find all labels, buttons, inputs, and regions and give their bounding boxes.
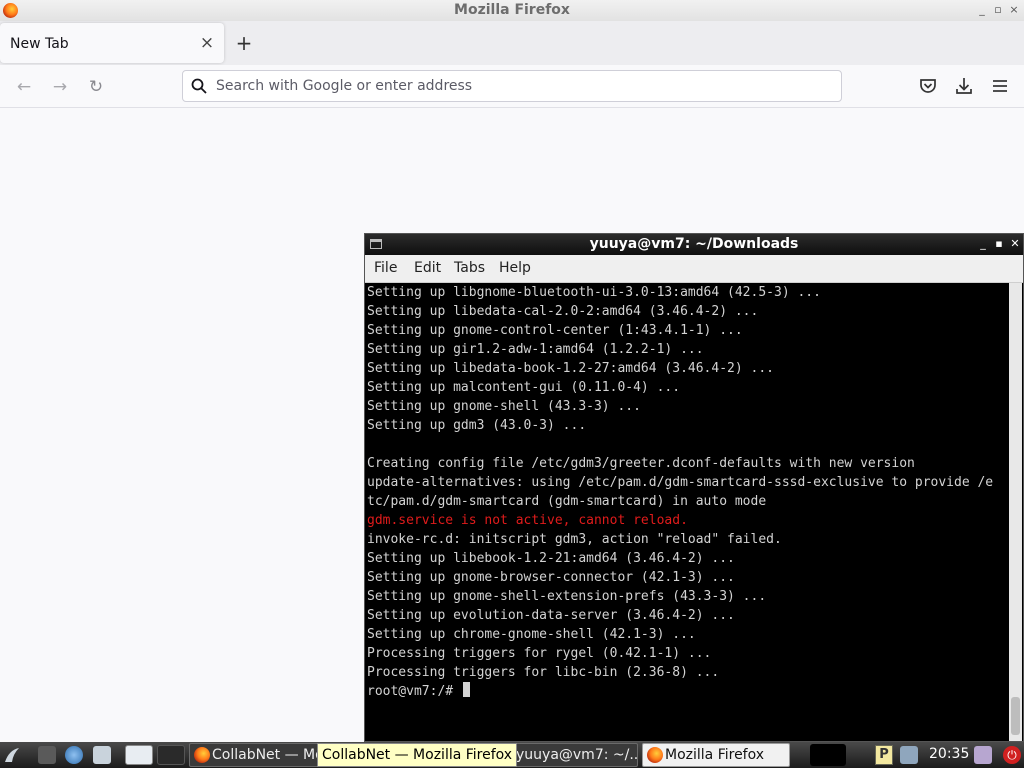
workspace-2-icon[interactable] [157, 745, 185, 765]
terminal-line: Setting up libebook-1.2-21:amd64 (3.46.4… [367, 551, 735, 566]
power-icon[interactable]: ⏻ [1003, 746, 1021, 764]
tab-close-icon[interactable]: × [199, 33, 215, 53]
terminal-line: Setting up gnome-browser-connector (42.1… [367, 570, 735, 585]
terminal-line: Setting up libedata-book-1.2-27:amd64 (3… [367, 361, 774, 376]
scrollbar-thumb[interactable] [1011, 697, 1020, 735]
terminal-line: Setting up gdm3 (43.0-3) ... [367, 418, 587, 433]
cpu-monitor-icon [810, 744, 846, 766]
minimize-button[interactable]: _ [975, 3, 989, 17]
clipboard-icon[interactable]: P [875, 745, 893, 765]
terminal-error-line: gdm.service is not active, cannot reload… [367, 513, 688, 528]
terminal-title: yuuya@vm7: ~/Downloads [589, 236, 799, 252]
task-terminal[interactable]: yuuya@vm7: ~/... [504, 743, 638, 767]
firefox-titlebar[interactable]: Mozilla Firefox _ ▫ × [0, 0, 1024, 22]
address-bar[interactable]: Search with Google or enter address [182, 70, 842, 102]
task-label: Mozilla Firefox [665, 747, 765, 763]
terminal-line: Creating config file /etc/gdm3/greeter.d… [367, 456, 915, 471]
clock[interactable]: 20:35 [929, 746, 969, 762]
network-icon[interactable] [900, 746, 918, 764]
terminal-cursor [462, 682, 470, 697]
terminal-line: tc/pam.d/gdm-smartcard (gdm-smartcard) i… [367, 494, 767, 509]
tab-bar: New Tab × + [0, 21, 1024, 65]
terminal-scrollbar[interactable] [1009, 283, 1022, 741]
terminal-line: Setting up libedata-cal-2.0-2:amd64 (3.4… [367, 304, 759, 319]
menu-icon[interactable] [990, 76, 1010, 96]
terminal-line: Setting up gnome-shell-extension-prefs (… [367, 589, 767, 604]
start-menu-icon[interactable] [3, 746, 21, 764]
downloads-icon[interactable] [954, 76, 974, 96]
terminal-line: Processing triggers for libc-bin (2.36-8… [367, 665, 720, 680]
terminal-line: Setting up gnome-control-center (1:43.4.… [367, 323, 743, 338]
workspace-1-icon[interactable] [125, 745, 153, 765]
window-title: Mozilla Firefox [454, 2, 570, 18]
task-mozilla-firefox[interactable]: Mozilla Firefox [642, 743, 790, 767]
navigation-toolbar: ← → ↻ Search with Google or enter addres… [0, 65, 1024, 108]
terminal-window[interactable]: yuuya@vm7: ~/Downloads _ ▪ ✕ File Edit T… [364, 233, 1024, 742]
task-collabnet[interactable]: CollabNet — Mo [189, 743, 319, 767]
terminal-maximize-button[interactable]: ▪ [993, 237, 1005, 251]
terminal-line: Setting up evolution-data-server (3.46.4… [367, 608, 735, 623]
firefox-icon [194, 747, 210, 763]
terminal-line: update-alternatives: using /etc/pam.d/gd… [367, 475, 994, 490]
menu-tabs[interactable]: Tabs [454, 260, 485, 276]
volume-icon[interactable] [974, 746, 992, 764]
menu-edit[interactable]: Edit [414, 260, 441, 276]
close-window-button[interactable]: × [1007, 3, 1021, 17]
address-placeholder: Search with Google or enter address [216, 78, 473, 94]
task-label: CollabNet — Mo [212, 747, 319, 763]
terminal-titlebar[interactable]: yuuya@vm7: ~/Downloads _ ▪ ✕ [365, 234, 1023, 255]
terminal-menubar: File Edit Tabs Help [365, 255, 1023, 283]
terminal-line: Setting up chrome-gnome-shell (42.1-3) .… [367, 627, 696, 642]
pocket-icon[interactable] [918, 76, 938, 96]
terminal-output[interactable]: Setting up libgnome-bluetooth-ui-3.0-13:… [367, 283, 1005, 741]
terminal-line: Setting up gir1.2-adw-1:amd64 (1.2.2-1) … [367, 342, 704, 357]
terminal-line: Setting up gnome-shell (43.3-3) ... [367, 399, 641, 414]
back-button[interactable]: ← [13, 76, 35, 98]
new-tab-button[interactable]: + [234, 31, 254, 55]
terminal-line: Setting up libgnome-bluetooth-ui-3.0-13:… [367, 285, 821, 300]
terminal-line: invoke-rc.d: initscript gdm3, action "re… [367, 532, 782, 547]
menu-help[interactable]: Help [499, 260, 531, 276]
terminal-prompt-line[interactable]: root@vm7:/# [367, 682, 1005, 701]
file-manager-icon[interactable] [93, 746, 111, 764]
terminal-line: Setting up malcontent-gui (0.11.0-4) ... [367, 380, 681, 395]
forward-button[interactable]: → [49, 76, 71, 98]
menu-file[interactable]: File [374, 260, 397, 276]
search-icon [191, 78, 207, 94]
reload-button[interactable]: ↻ [85, 76, 107, 98]
show-desktop-icon[interactable] [38, 746, 56, 764]
tab-title: New Tab [10, 36, 69, 52]
task-label: yuuya@vm7: ~/... [516, 747, 638, 763]
taskbar-tooltip: CollabNet — Mozilla Firefox [317, 743, 518, 767]
terminal-prompt: root@vm7:/# [367, 684, 461, 699]
firefox-icon [647, 747, 663, 763]
browser-launcher-icon[interactable] [65, 746, 83, 764]
terminal-minimize-button[interactable]: _ [977, 237, 989, 251]
tab-new-tab[interactable]: New Tab × [0, 23, 224, 63]
terminal-close-button[interactable]: ✕ [1009, 237, 1021, 251]
maximize-button[interactable]: ▫ [991, 3, 1005, 17]
terminal-line: Processing triggers for rygel (0.42.1-1)… [367, 646, 712, 661]
